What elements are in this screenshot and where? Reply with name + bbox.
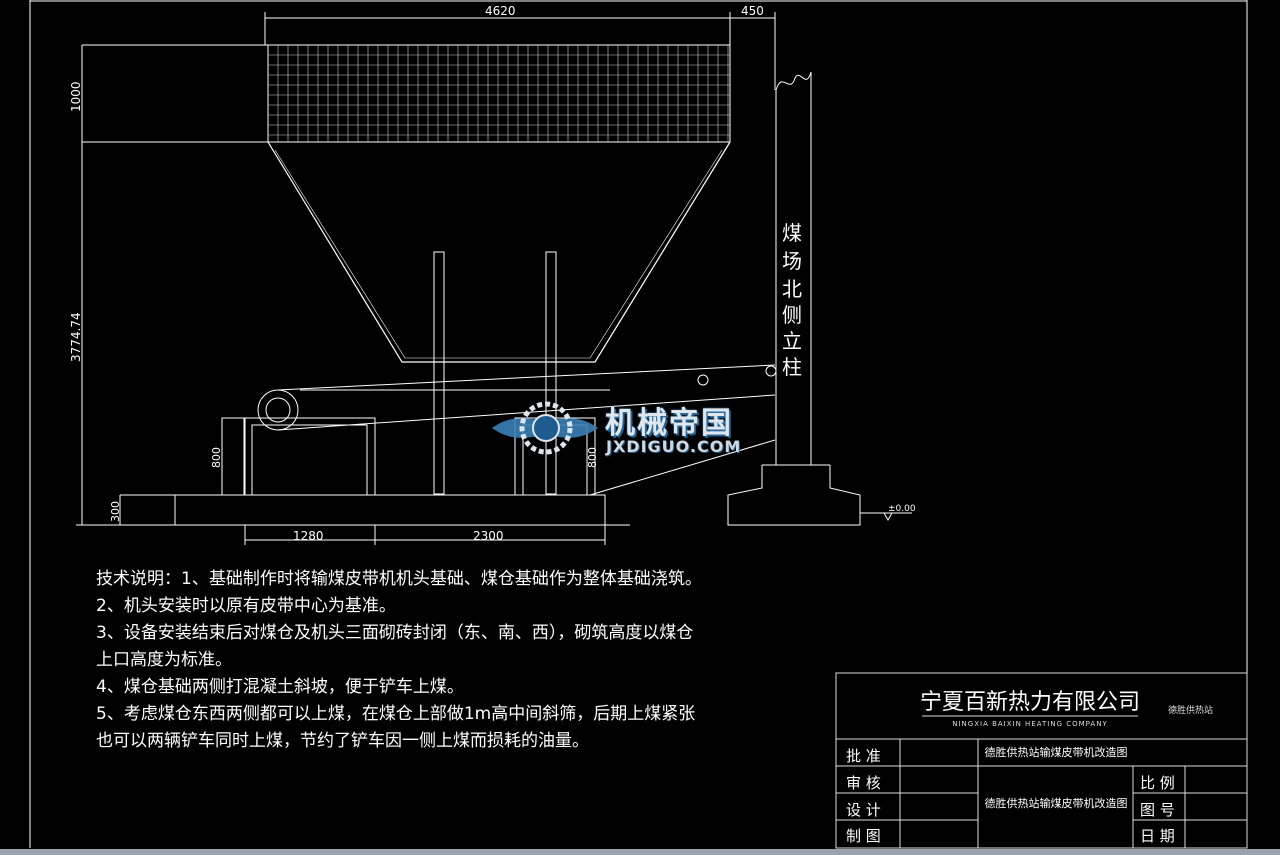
hopper-funnel (267, 141, 731, 363)
note-line: 2、机头安装时以原有皮带中心为基准。 (96, 596, 396, 616)
level-mark (860, 512, 912, 522)
top-dimension (264, 12, 776, 90)
right-panel (1250, 0, 1280, 855)
bottom-scrollbar[interactable] (0, 849, 1280, 855)
row-draw: 制 图 (846, 827, 881, 845)
dim-bin-base: 800 (586, 447, 599, 468)
column-label-4: 立 (782, 329, 802, 353)
dim-top-right: 450 (741, 4, 764, 18)
column-label-0: 煤 (782, 221, 802, 245)
note-line: 技术说明：1、基础制作时将输煤皮带机机头基础、煤仓基础作为整体基础浇筑。 (96, 569, 702, 589)
dim-bottom-right: 2300 (473, 529, 504, 543)
drawing-title-main: 德胜供热站输煤皮带机改造图 (984, 797, 1128, 810)
watermark-url: JXDIGUO.COM (606, 437, 742, 456)
support-posts (433, 251, 557, 495)
note-line: 也可以两辆铲车同时上煤，节约了铲车因一侧上煤而损耗的油量。 (96, 731, 589, 751)
label-date: 日 期 (1140, 827, 1175, 845)
level-text: ±0.00 (888, 504, 916, 514)
note-line: 上口高度为标准。 (96, 650, 232, 670)
column-label-1: 场 (782, 249, 802, 273)
row-review: 审 核 (846, 774, 881, 792)
watermark-title: 机械帝国 (605, 406, 733, 441)
company-name: 宁夏百新热力有限公司 (920, 690, 1141, 715)
column-label-5: 柱 (782, 355, 802, 379)
label-drawing-no: 图 号 (1140, 801, 1175, 819)
dim-left-upper: 1000 (69, 81, 83, 112)
dim-left-total: 3774.74 (69, 312, 83, 362)
row-design: 设 计 (846, 801, 881, 819)
station-name: 德胜供热站 (1168, 706, 1214, 716)
dim-bottom-left: 1280 (293, 529, 324, 543)
row-approve: 批 准 (846, 747, 881, 765)
company-english: NINGXIA BAIXIN HEATING COMPANY (952, 720, 1108, 728)
label-scale: 比 例 (1140, 774, 1175, 792)
column-label-3: 侧 (782, 303, 802, 327)
dim-base-height: 300 (109, 501, 122, 522)
note-line: 4、煤仓基础两侧打混凝土斜坡，便于铲车上煤。 (96, 677, 464, 697)
technical-notes: 技术说明：1、基础制作时将输煤皮带机机头基础、煤仓基础作为整体基础浇筑。 2、机… (96, 566, 816, 755)
dim-head-height: 800 (210, 447, 223, 468)
column-label-2: 北 (782, 277, 802, 301)
note-line: 3、设备安装结束后对煤仓及机头三面砌砖封闭（东、南、西），砌筑高度以煤仓 (96, 623, 694, 643)
left-dimension (76, 44, 268, 526)
hopper-mesh-box (267, 44, 731, 143)
note-line: 5、考虑煤仓东西两侧都可以上煤，在煤仓上部做1m高中间斜筛，后期上煤紧张 (96, 704, 696, 724)
drawing-title: 德胜供热站输煤皮带机改造图 (984, 746, 1128, 759)
dim-top-width: 4620 (485, 4, 516, 18)
hopper-mesh-grid (268, 45, 730, 142)
hopper-funnel-inner (274, 149, 723, 359)
